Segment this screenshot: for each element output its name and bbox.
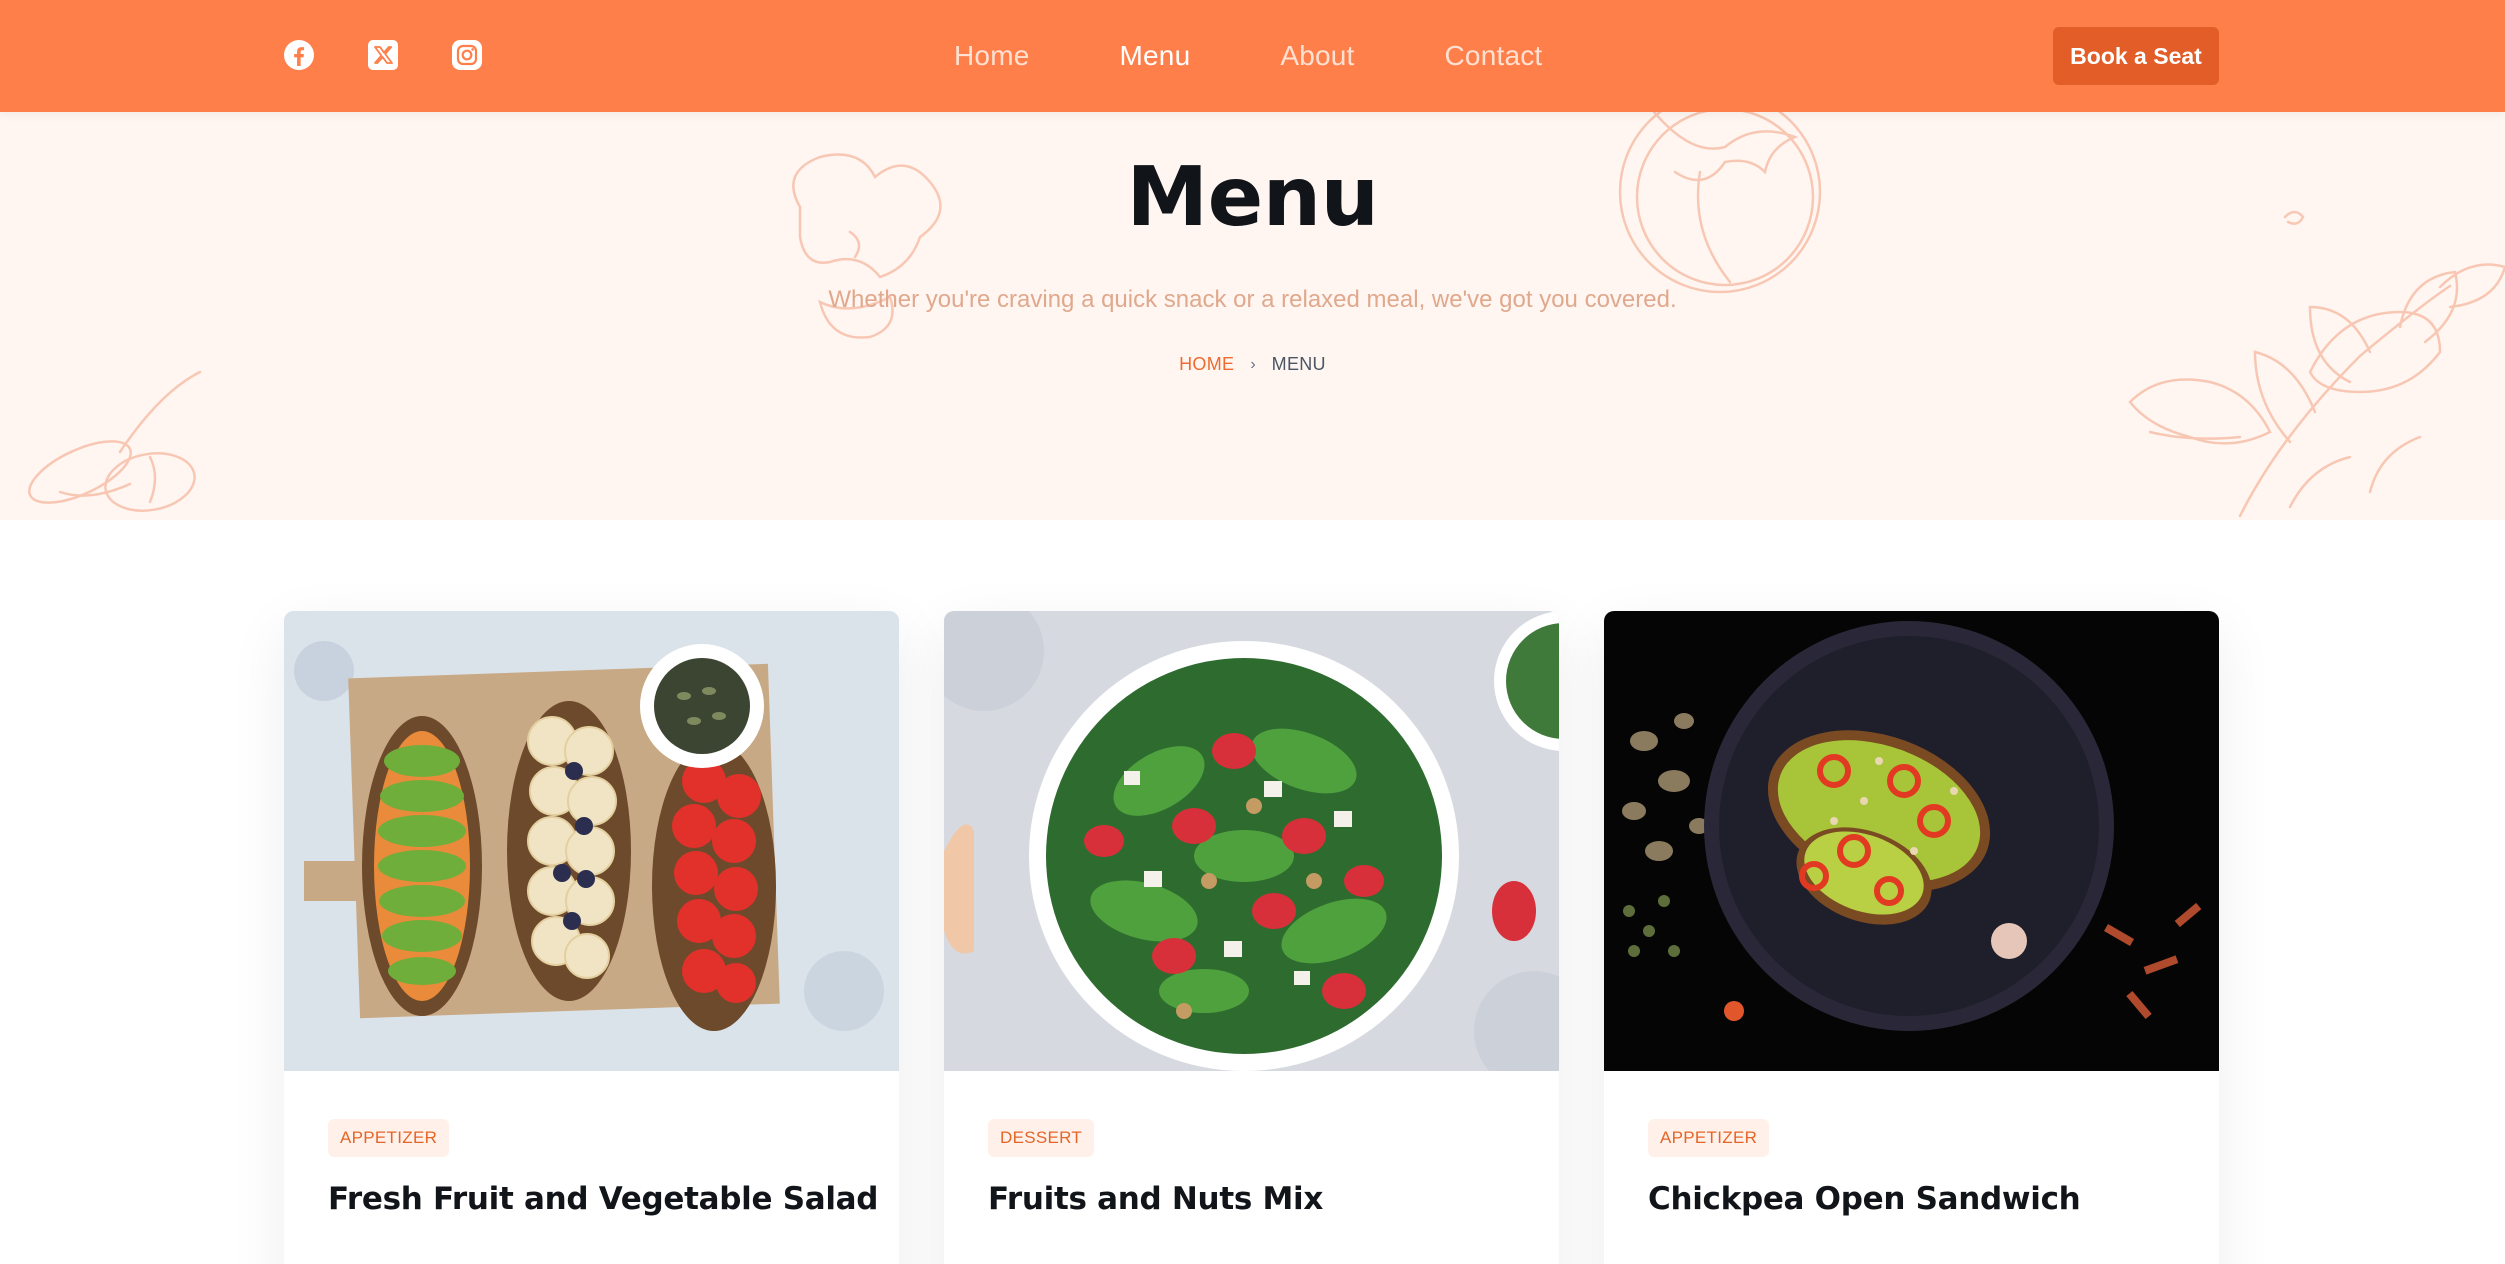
menu-item-title[interactable]: Fresh Fruit and Vegetable Salad	[328, 1181, 878, 1217]
breadcrumb: HOME › MENU	[0, 354, 2505, 375]
book-a-seat-button[interactable]: Book a Seat	[2053, 27, 2219, 85]
breadcrumb-current: MENU	[1271, 354, 1326, 374]
main-nav: Home Menu About Contact	[954, 0, 1542, 112]
menu-item-title[interactable]: Chickpea Open Sandwich	[1648, 1181, 2081, 1217]
menu-item-title[interactable]: Fruits and Nuts Mix	[988, 1181, 1323, 1217]
nav-about[interactable]: About	[1280, 40, 1354, 72]
x-twitter-icon[interactable]	[367, 39, 399, 71]
social-links	[283, 39, 483, 71]
avocado-banana-tomato-toasts-image	[284, 611, 899, 1071]
facebook-icon[interactable]	[283, 39, 315, 71]
category-badge: DESSERT	[988, 1119, 1095, 1157]
site-header: Home Menu About Contact Book a Seat	[0, 0, 2505, 112]
category-badge: APPETIZER	[328, 1119, 450, 1157]
page-title: Menu	[1126, 150, 1379, 245]
strawberry-spinach-salad-bowl-image	[944, 611, 1559, 1071]
menu-card[interactable]: APPETIZER Chickpea Open Sandwich	[1604, 611, 2219, 1264]
instagram-icon[interactable]	[451, 39, 483, 71]
breadcrumb-home-link[interactable]: HOME	[1179, 354, 1234, 375]
nav-contact[interactable]: Contact	[1445, 40, 1543, 72]
page-hero: Menu Whether you're craving a quick snac…	[0, 112, 2505, 520]
page-subtitle: Whether you're craving a quick snack or …	[828, 286, 1677, 313]
chevron-right-icon: ›	[1250, 355, 1256, 373]
menu-card[interactable]: DESSERT Fruits and Nuts Mix	[944, 611, 1559, 1264]
avocado-toast-on-dark-plate-image	[1604, 611, 2219, 1071]
nav-menu[interactable]: Menu	[1120, 40, 1191, 72]
nav-home[interactable]: Home	[954, 40, 1030, 72]
category-badge: APPETIZER	[1648, 1119, 1770, 1157]
menu-card[interactable]: APPETIZER Fresh Fruit and Vegetable Sala…	[284, 611, 899, 1264]
